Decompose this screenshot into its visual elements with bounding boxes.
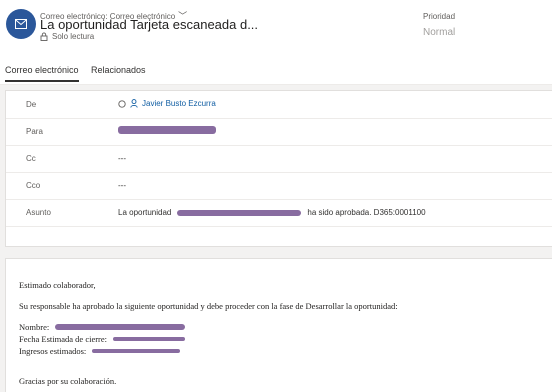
- revenue-line: Ingresos estimados:: [19, 346, 181, 356]
- cc-label: Cc: [26, 154, 36, 163]
- name-line: Nombre:: [19, 322, 186, 332]
- from-link[interactable]: Javier Busto Ezcurra: [142, 99, 216, 108]
- email-fields-card: De Javier Busto Ezcurra Para Cc --- Cco …: [5, 90, 552, 247]
- readonly-indicator: Solo lectura: [40, 32, 94, 41]
- body-paragraph: Su responsable ha aprobado la siguiente …: [19, 301, 398, 311]
- closing-line: Gracias por su colaboración.: [19, 376, 117, 386]
- bcc-row: Cco ---: [6, 172, 552, 200]
- from-label: De: [26, 100, 37, 109]
- cc-value: ---: [118, 154, 126, 163]
- presence-circle-icon: [118, 99, 126, 108]
- subject-row: Asunto La oportunidad ha sido aprobada. …: [6, 199, 552, 227]
- subject-value: La oportunidad ha sido aprobada. D365:00…: [118, 208, 426, 217]
- subject-label: Asunto: [26, 208, 51, 217]
- greeting: Estimado colaborador,: [19, 280, 96, 290]
- to-label: Para: [26, 127, 43, 136]
- close-date-label: Fecha Estimada de cierre:: [19, 334, 108, 344]
- page-title: La oportunidad Tarjeta escaneada d...: [40, 17, 259, 32]
- person-icon: [130, 99, 138, 108]
- tab-bar: Correo electrónico Relacionados: [0, 58, 552, 85]
- redacted-opportunity: [177, 209, 302, 216]
- from-row: De Javier Busto Ezcurra: [6, 91, 552, 119]
- close-date-line: Fecha Estimada de cierre:: [19, 334, 186, 344]
- email-avatar: [6, 9, 36, 39]
- tab-related[interactable]: Relacionados: [91, 65, 146, 75]
- readonly-label: Solo lectura: [52, 32, 95, 41]
- redacted-recipient: [118, 125, 216, 134]
- lock-icon: [40, 32, 48, 41]
- redacted-revenue: [92, 349, 181, 353]
- redacted-close-date: [113, 337, 186, 341]
- priority-value[interactable]: Normal: [423, 27, 455, 38]
- to-value[interactable]: [118, 125, 216, 134]
- redacted-name: [55, 324, 186, 330]
- bcc-label: Cco: [26, 181, 41, 190]
- from-value: Javier Busto Ezcurra: [118, 99, 216, 108]
- record-header: Correo electrónico: Correo electrónico ﹀ …: [0, 0, 552, 58]
- subject-suffix: ha sido aprobada. D365:0001100: [307, 208, 426, 217]
- tab-email[interactable]: Correo electrónico: [5, 65, 79, 82]
- cc-row: Cc ---: [6, 145, 552, 173]
- envelope-icon: [15, 19, 27, 29]
- name-label: Nombre:: [19, 322, 50, 332]
- email-body: Estimado colaborador, Su responsable ha …: [5, 258, 552, 392]
- bcc-value: ---: [118, 181, 126, 190]
- revenue-label: Ingresos estimados:: [19, 346, 87, 356]
- to-row: Para: [6, 118, 552, 146]
- priority-label: Prioridad: [423, 12, 456, 21]
- subject-prefix: La oportunidad: [118, 208, 172, 217]
